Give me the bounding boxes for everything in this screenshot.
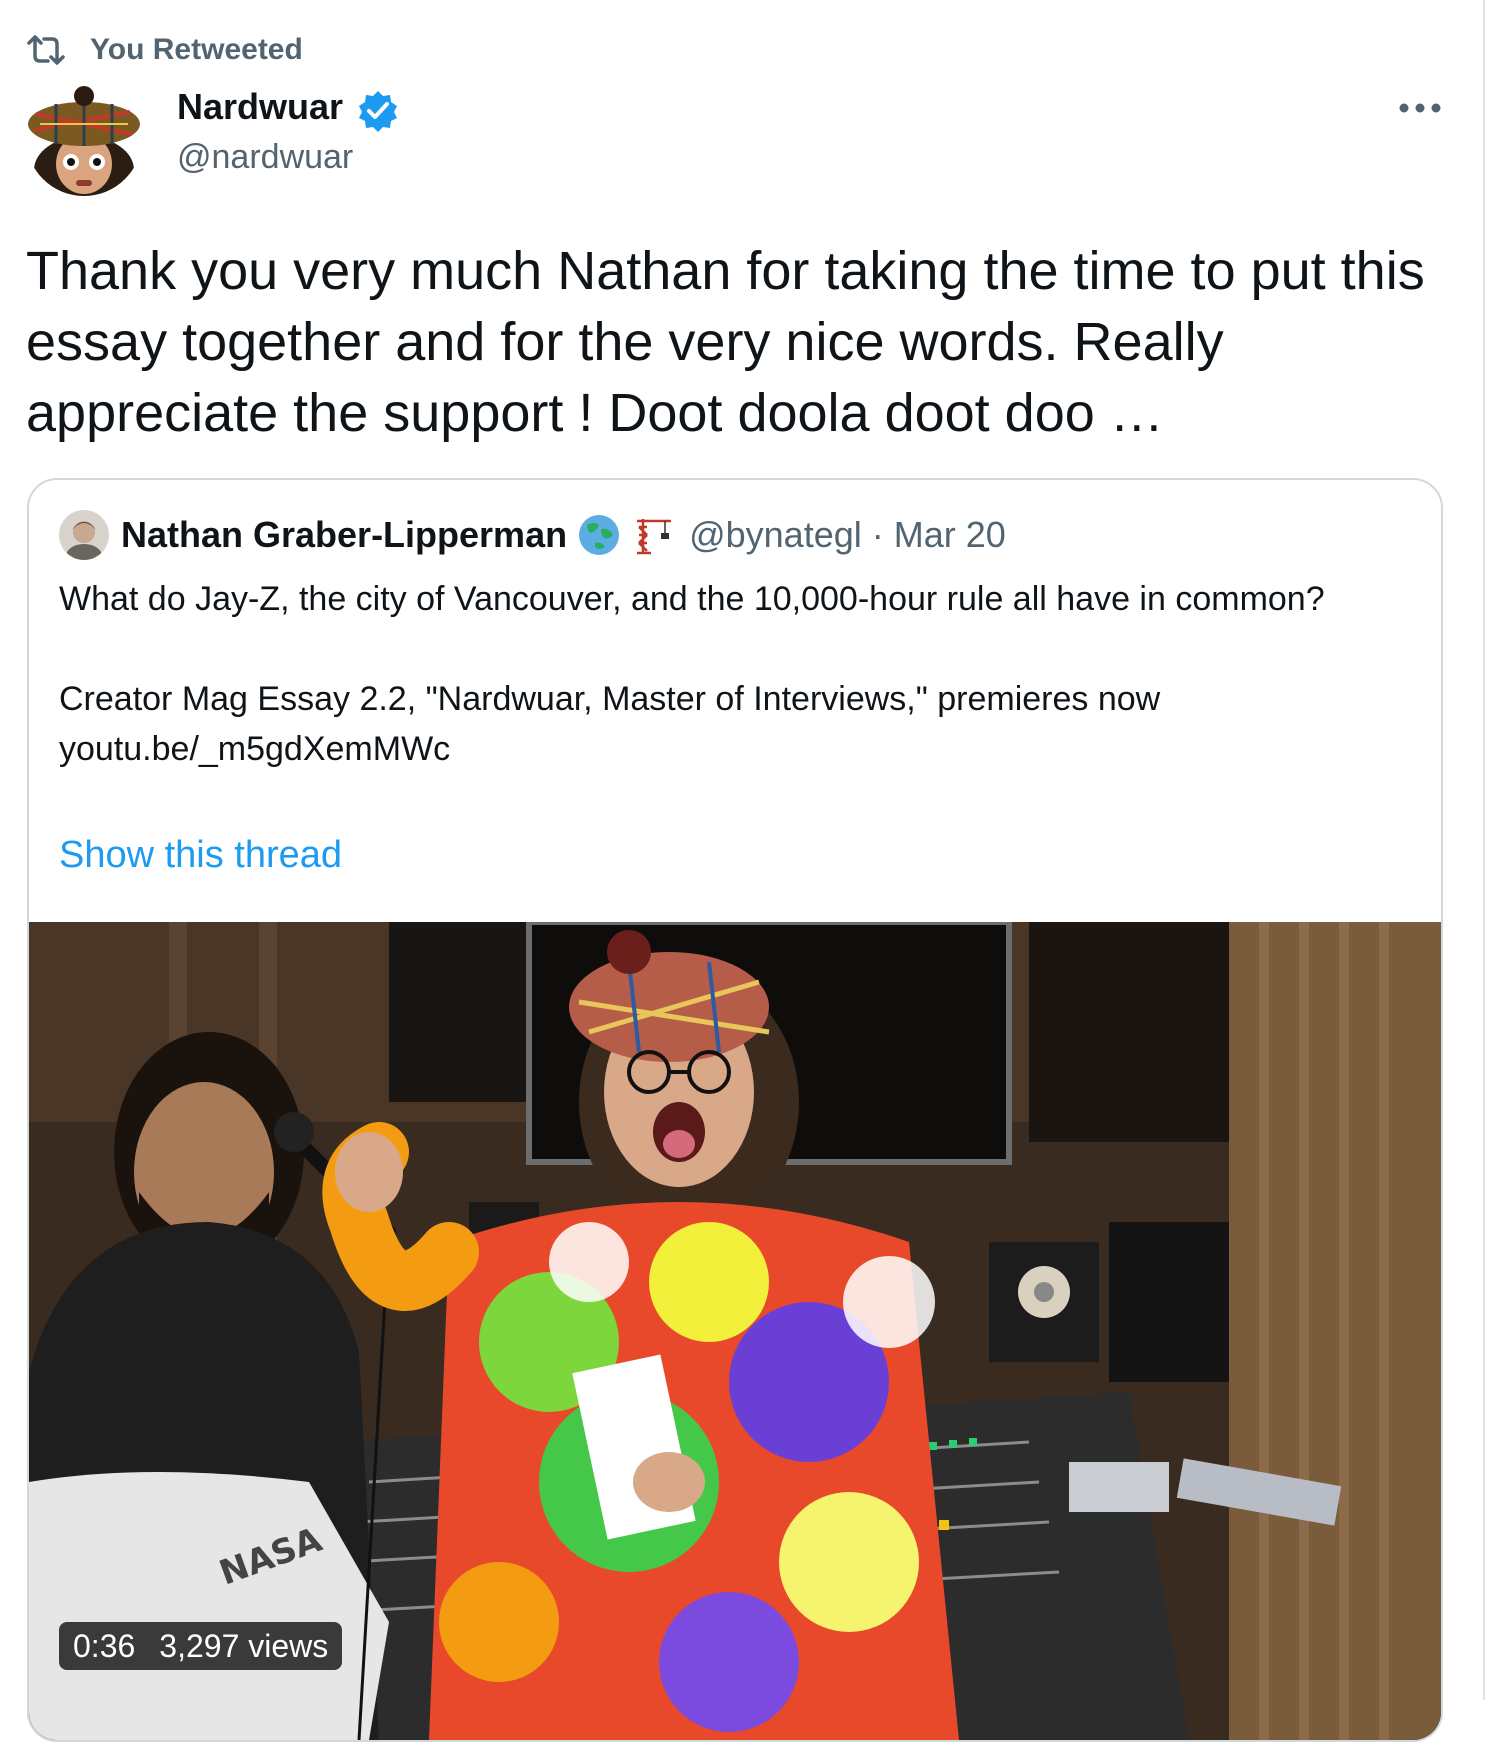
quoted-tweet-header: Nathan Graber-Lipperman @bynategl · Mar …	[59, 510, 1006, 560]
quoted-tweet-card[interactable]: Nathan Graber-Lipperman @bynategl · Mar …	[27, 478, 1443, 1742]
quoted-author-name[interactable]: Nathan Graber-Lipperman	[121, 514, 567, 556]
video-thumbnail: NASA	[29, 922, 1441, 1740]
more-dots-icon	[1399, 103, 1441, 113]
author-handle[interactable]: @nardwuar	[177, 138, 353, 177]
quoted-tweet-date[interactable]: Mar 20	[894, 514, 1006, 556]
author-avatar[interactable]	[26, 80, 142, 196]
quoted-tweet-text: What do Jay-Z, the city of Vancouver, an…	[59, 574, 1409, 774]
retweeted-label: You Retweeted	[90, 33, 303, 66]
video-stats-badge: 0:36 3,297 views	[59, 1622, 343, 1670]
tweet-text: Thank you very much Nathan for taking th…	[26, 241, 1425, 443]
quoted-text-paragraph-1: What do Jay-Z, the city of Vancouver, an…	[59, 580, 1325, 618]
video-duration: 0:36	[73, 1627, 136, 1664]
quoted-author-handle[interactable]: @bynategl	[689, 514, 862, 556]
video-views: 3,297 views	[159, 1627, 329, 1664]
video-player[interactable]: NASA 0:36 3,297 views	[29, 922, 1441, 1740]
quoted-text-paragraph-2: Creator Mag Essay 2.2, "Nardwuar, Master…	[59, 680, 1161, 718]
quoted-author-avatar[interactable]	[59, 510, 109, 560]
retweet-icon	[26, 33, 68, 67]
social-context: You Retweeted	[26, 30, 303, 70]
show-thread-link[interactable]: Show this thread	[59, 834, 342, 877]
verified-badge-icon	[356, 89, 400, 133]
globe-asia-emoji	[577, 513, 621, 557]
author-name[interactable]: Nardwuar	[177, 86, 343, 128]
youtube-link[interactable]: youtu.be/_m5gdXemMWc	[59, 730, 450, 768]
more-options-button[interactable]	[1392, 90, 1448, 126]
construction-crane-emoji	[631, 513, 675, 557]
separator-dot: ·	[871, 514, 884, 555]
